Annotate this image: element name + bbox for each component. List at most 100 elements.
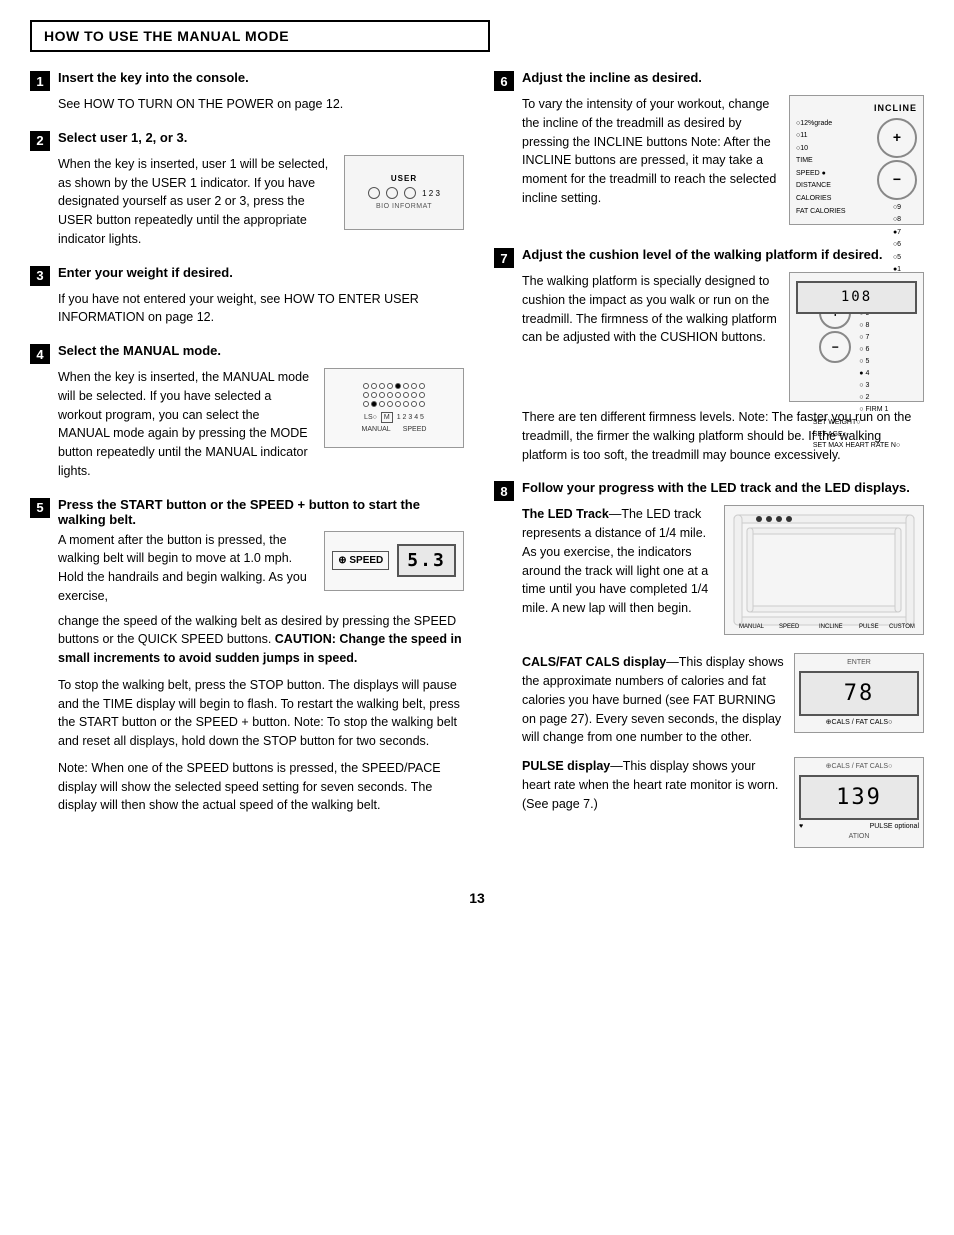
step-5-title: Press the START button or the SPEED + bu… xyxy=(58,497,464,527)
dot xyxy=(387,383,393,389)
step-5-number: 5 xyxy=(30,498,50,518)
incline-minus-button: − xyxy=(877,160,917,200)
dot xyxy=(411,383,417,389)
pulse-image-wrap: ⊕CALS / FAT CALS○ 139 ♥ PULSE optional A… xyxy=(794,757,924,848)
user-circle-3 xyxy=(404,187,416,199)
user-circle-1 xyxy=(368,187,380,199)
user-circle-2 xyxy=(386,187,398,199)
dot xyxy=(411,392,417,398)
step-8-body: MANUAL SPEED INCLINE PULSE CUSTOM The LE… xyxy=(522,505,924,643)
dot xyxy=(403,401,409,407)
incline-image-title: INCLINE xyxy=(796,102,917,116)
incline-numbers: ○12%grade ○11 ○10 TIME SPEED ● DISTANCE … xyxy=(796,118,917,278)
cushion-controls: + − ○ SOFT 10 ○ 9 ○ 8 ○ 7 ○ 6 ○ 5 ● 4 xyxy=(819,297,893,416)
step-2-content: When the key is inserted, user 1 will be… xyxy=(58,155,464,249)
dot xyxy=(379,383,385,389)
step-4-header: 4 Select the MANUAL mode. xyxy=(30,343,464,364)
speed-track-label: SPEED xyxy=(779,624,800,630)
title-box: HOW TO USE THE MANUAL MODE xyxy=(30,20,490,52)
dot xyxy=(387,392,393,398)
step-8-header: 8 Follow your progress with the LED trac… xyxy=(494,480,924,501)
manual-track-label: MANUAL xyxy=(739,624,765,630)
step-6: 6 Adjust the incline as desired. INCLINE… xyxy=(494,70,924,231)
cals-label-top: ⊕CALS / FAT CALS○ xyxy=(799,762,919,773)
speed-button-label: ⊕ SPEED xyxy=(332,551,389,570)
incline-display: 108 xyxy=(796,281,917,314)
pulse-label: PULSE optional xyxy=(870,822,919,833)
incline-dial-area: + − ○9 ○8 ●7 ○6 ○5 ●1 xyxy=(877,118,917,278)
step-2-title: Select user 1, 2, or 3. xyxy=(58,130,187,145)
user-console-image: USER 1 2 3 BIO INFORMAT xyxy=(344,155,464,230)
dot xyxy=(379,392,385,398)
step-1-title: Insert the key into the console. xyxy=(58,70,249,85)
incline-image: INCLINE ○12%grade ○11 ○10 TIME SPEED ● D… xyxy=(789,95,924,225)
manual-speed-labels: MANUAL SPEED xyxy=(362,426,427,433)
led-dots xyxy=(734,515,914,625)
dot xyxy=(363,383,369,389)
dot xyxy=(379,401,385,407)
step-3: 3 Enter your weight if desired. If you h… xyxy=(30,265,464,328)
incline-num: ○12%grade xyxy=(796,118,846,131)
step-5-content: A moment after the button is pressed, th… xyxy=(58,531,464,606)
cals-display: 78 xyxy=(799,671,919,716)
step-8-pulse: ⊕CALS / FAT CALS○ 139 ♥ PULSE optional A… xyxy=(522,757,924,854)
dot xyxy=(395,401,401,407)
step-1-number: 1 xyxy=(30,71,50,91)
dot xyxy=(403,383,409,389)
cushion-minus: − xyxy=(819,331,851,363)
speed-display-image: ⊕ SPEED 5.3 xyxy=(324,531,464,591)
step-8-title: Follow your progress with the LED track … xyxy=(522,480,910,495)
step-7-text2: There are ten different firmness levels.… xyxy=(522,408,924,464)
led-track-svg: MANUAL SPEED INCLINE PULSE CUSTOM xyxy=(729,510,919,630)
dot xyxy=(403,392,409,398)
pulse-bottom: ♥ PULSE optional xyxy=(799,822,919,833)
dot-filled xyxy=(395,383,401,389)
step-7-number: 7 xyxy=(494,248,514,268)
led-track-title: The LED Track xyxy=(522,507,609,521)
step-3-header: 3 Enter your weight if desired. xyxy=(30,265,464,286)
incline-num: ○10 xyxy=(796,143,846,156)
cushion-numbers: ○ SOFT 10 ○ 9 ○ 8 ○ 7 ○ 6 ○ 5 ● 4 ○ 3 ○ … xyxy=(859,297,893,416)
step-4-image: LS○ M 1 2 3 4 5 MANUAL SPEED xyxy=(324,368,464,481)
dot-row-2 xyxy=(363,392,425,398)
step-3-number: 3 xyxy=(30,266,50,286)
incline-num: ○11 xyxy=(796,130,846,143)
pulse-title: PULSE display xyxy=(522,759,610,773)
step-2-image: USER 1 2 3 BIO INFORMAT xyxy=(344,155,464,249)
step-1-body: See HOW TO TURN ON THE POWER on page 12. xyxy=(58,95,464,114)
step-3-title: Enter your weight if desired. xyxy=(58,265,233,280)
step-1-header: 1 Insert the key into the console. xyxy=(30,70,464,91)
incline-plus-button: + xyxy=(877,118,917,158)
dot xyxy=(419,392,425,398)
dot-filled xyxy=(371,401,377,407)
ls-label-row: LS○ M 1 2 3 4 5 xyxy=(364,412,424,423)
dot xyxy=(371,392,377,398)
step-6-body: INCLINE ○12%grade ○11 ○10 TIME SPEED ● D… xyxy=(522,95,924,231)
step-8: 8 Follow your progress with the LED trac… xyxy=(494,480,924,853)
step-6-header: 6 Adjust the incline as desired. xyxy=(494,70,924,91)
user-dots: 1 2 3 xyxy=(368,187,440,199)
incline-num: SPEED ● xyxy=(796,168,846,181)
ls-label: LS○ xyxy=(364,414,377,421)
step-5-body3: To stop the walking belt, press the STOP… xyxy=(58,676,464,751)
dot-row-1 xyxy=(363,383,425,389)
ation-label: ATION xyxy=(799,832,919,843)
step-4-content: When the key is inserted, the MANUAL mod… xyxy=(58,368,464,481)
step-5: 5 Press the START button or the SPEED + … xyxy=(30,497,464,816)
dot xyxy=(419,401,425,407)
dot xyxy=(395,392,401,398)
user-numbers: 1 2 3 xyxy=(422,189,440,198)
right-column: 6 Adjust the incline as desired. INCLINE… xyxy=(494,70,924,870)
two-column-layout: 1 Insert the key into the console. See H… xyxy=(30,70,924,870)
step-8-cals: ENTER 78 ⊕CALS / FAT CALS○ CALS/FAT CALS… xyxy=(522,653,924,747)
dot xyxy=(411,401,417,407)
user-label: USER xyxy=(391,174,417,183)
page-number: 13 xyxy=(30,890,924,906)
pulse-display: 139 xyxy=(799,775,919,820)
step-4-body: When the key is inserted, the MANUAL mod… xyxy=(58,368,314,481)
incline-right-numbers: ○9 ○8 ●7 ○6 ○5 ●1 xyxy=(893,202,901,278)
step-2: 2 Select user 1, 2, or 3. When the key i… xyxy=(30,130,464,249)
step-4: 4 Select the MANUAL mode. When the key i… xyxy=(30,343,464,481)
incline-num: DISTANCE xyxy=(796,180,846,193)
led-track-image: MANUAL SPEED INCLINE PULSE CUSTOM xyxy=(724,505,924,635)
